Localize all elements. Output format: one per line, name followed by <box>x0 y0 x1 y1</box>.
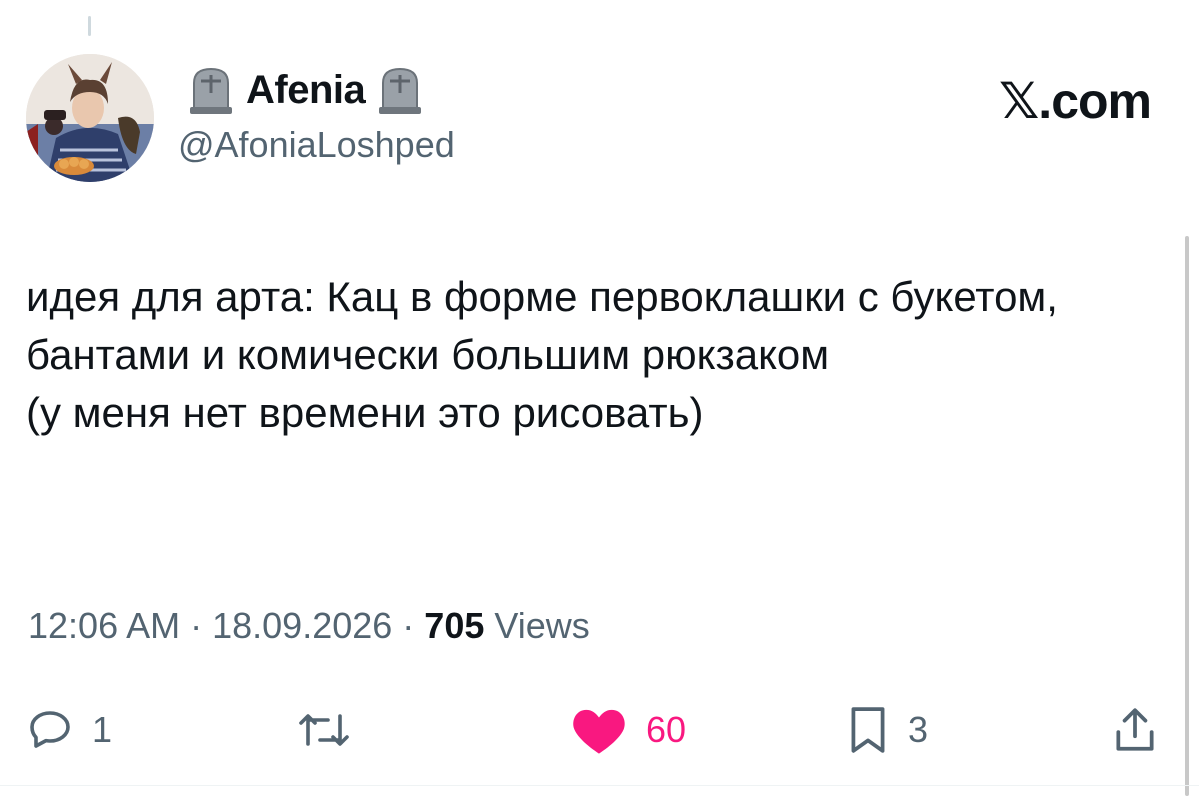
meta-separator: · <box>402 605 415 646</box>
headstone-icon <box>190 67 232 114</box>
retweet-button[interactable] <box>296 690 370 770</box>
meta-separator: · <box>190 605 203 646</box>
views-count: 705 <box>424 605 485 646</box>
retweet-icon <box>299 714 349 746</box>
bookmark-icon <box>851 707 885 753</box>
share-button[interactable] <box>1112 690 1158 770</box>
author-display-name[interactable]: Afenia <box>246 68 366 113</box>
author-name-row[interactable]: Afenia <box>188 60 423 120</box>
tweet-meta: 12:06 AM · 18.09.2026 · 705 Views <box>28 605 590 647</box>
tweet-date[interactable]: 18.09.2026 <box>212 605 392 647</box>
share-icon <box>1116 708 1154 751</box>
reply-button[interactable]: 1 <box>26 690 112 770</box>
like-count: 60 <box>646 709 687 750</box>
tweet-text: идея для арта: Кац в форме первоклашки с… <box>26 273 1058 436</box>
headstone-icon <box>379 67 422 114</box>
like-button[interactable]: 60 <box>570 690 686 770</box>
bookmark-count: 3 <box>908 709 929 750</box>
avatar[interactable] <box>26 54 154 182</box>
reply-icon <box>30 711 70 748</box>
author-handle[interactable]: @AfoniaLoshped <box>178 124 455 166</box>
reply-count: 1 <box>92 709 113 750</box>
brand-logo: 𝕏.com <box>999 73 1152 129</box>
thread-connector-line <box>88 16 91 36</box>
tweet-time[interactable]: 12:06 AM <box>28 605 180 647</box>
tweet-actions: 1 60 3 <box>0 690 1199 770</box>
bookmark-button[interactable]: 3 <box>846 690 928 770</box>
avatar-illustration <box>26 54 154 182</box>
views-label: Views <box>494 605 590 646</box>
bottom-divider <box>0 785 1199 786</box>
heart-icon <box>573 709 625 754</box>
